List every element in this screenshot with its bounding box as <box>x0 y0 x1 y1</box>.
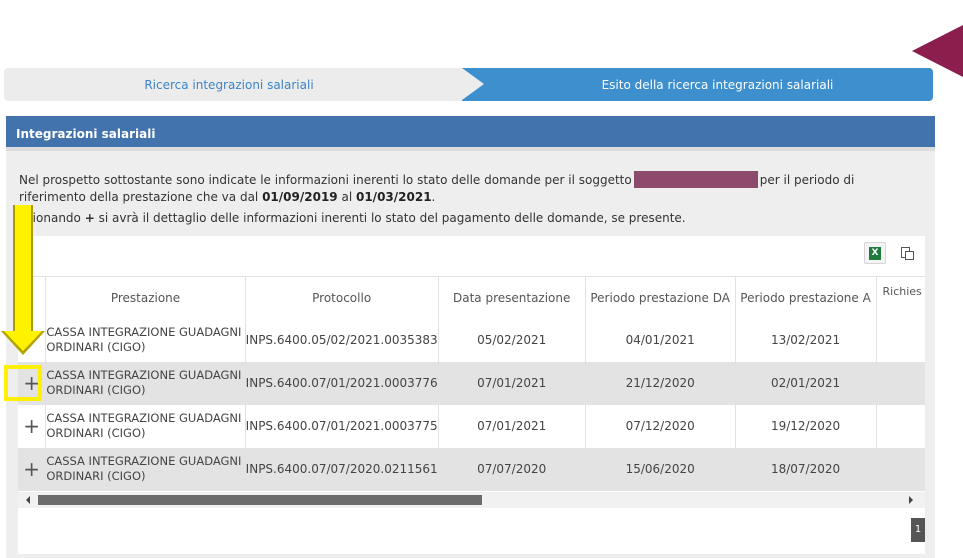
expand-note: ezionando + si avrà il dettaglio delle i… <box>19 211 686 225</box>
cell-da: 04/01/2021 <box>584 318 736 362</box>
step-ricerca-label: Ricerca integrazioni salariali <box>144 77 314 92</box>
header-protocollo[interactable]: Protocollo <box>244 276 439 319</box>
cell-a: 18/07/2020 <box>734 447 877 491</box>
scroll-right-icon[interactable] <box>909 496 913 504</box>
cell-richiesta <box>875 361 925 405</box>
annotation-arrow-head-fill <box>4 331 42 351</box>
cell-richiesta <box>875 318 925 362</box>
date-to: 01/03/2021 <box>355 190 432 204</box>
cell-prestazione: CASSA INTEGRAZIONE GUADAGNI ORDINARI (CI… <box>45 318 246 362</box>
table-row: + CASSA INTEGRAZIONE GUADAGNI ORDINARI (… <box>18 361 925 405</box>
note-plus: + <box>84 211 95 225</box>
step-esito[interactable]: Esito della ricerca integrazioni salaria… <box>462 68 933 101</box>
expand-button[interactable]: + <box>18 404 46 448</box>
cell-a: 02/01/2021 <box>734 361 877 405</box>
intro-text: Nel prospetto sottostante sono indicate … <box>19 171 919 206</box>
header-periodo-da[interactable]: Periodo prestazione DA <box>584 276 736 319</box>
panel-title: Integrazioni salariali <box>6 116 935 151</box>
intro-part3: al <box>341 190 353 204</box>
step-notch <box>462 68 484 100</box>
cell-protocollo: INPS.6400.07/01/2021.0003775 <box>244 404 439 448</box>
cell-data: 05/02/2021 <box>437 318 586 362</box>
pagination-page-button[interactable]: 1 <box>911 518 925 542</box>
table-row: + CASSA INTEGRAZIONE GUADAGNI ORDINARI (… <box>18 447 925 491</box>
cell-protocollo: INPS.6400.07/01/2021.0003776 <box>244 361 439 405</box>
cell-prestazione: CASSA INTEGRAZIONE GUADAGNI ORDINARI (CI… <box>45 404 246 448</box>
note-rest: si avrà il dettaglio delle informazioni … <box>98 211 686 225</box>
excel-export-button[interactable]: X <box>864 242 886 264</box>
annotation-highlight-box <box>4 365 42 401</box>
cell-da: 15/06/2020 <box>584 447 736 491</box>
expand-button[interactable]: + <box>18 447 46 491</box>
cell-data: 07/07/2020 <box>437 447 586 491</box>
intro-part1: Nel prospetto sottostante sono indicate … <box>19 173 632 187</box>
date-from: 01/09/2019 <box>262 190 338 204</box>
step-ricerca[interactable]: Ricerca integrazioni salariali <box>4 68 474 101</box>
cell-prestazione: CASSA INTEGRAZIONE GUADAGNI ORDINARI (CI… <box>45 361 246 405</box>
copy-icon-back <box>905 251 914 260</box>
header-richiesta[interactable]: Richies <box>875 276 925 319</box>
redacted-subject <box>633 171 758 188</box>
scrollbar-thumb[interactable] <box>38 495 482 505</box>
cell-richiesta <box>875 447 925 491</box>
cell-data: 07/01/2021 <box>437 361 586 405</box>
table-row: CASSA INTEGRAZIONE GUADAGNI ORDINARI (CI… <box>18 318 925 362</box>
cell-protocollo: INPS.6400.07/07/2020.0211561 <box>244 447 439 491</box>
cell-a: 19/12/2020 <box>734 404 877 448</box>
header-periodo-a[interactable]: Periodo prestazione A <box>734 276 877 319</box>
results-table: Prestazione Protocollo Data presentazion… <box>18 276 925 491</box>
cell-data: 07/01/2021 <box>437 404 586 448</box>
annotation-arrow-icon <box>13 205 33 333</box>
horizontal-scrollbar[interactable] <box>18 492 925 508</box>
intro-end: . <box>431 190 436 204</box>
cell-da: 21/12/2020 <box>584 361 736 405</box>
header-prestazione[interactable]: Prestazione <box>45 276 246 319</box>
wizard-steps: Ricerca integrazioni salariali Esito del… <box>4 68 933 101</box>
cell-prestazione: CASSA INTEGRAZIONE GUADAGNI ORDINARI (CI… <box>45 447 246 491</box>
excel-icon: X <box>869 247 881 260</box>
cell-a: 13/02/2021 <box>734 318 877 362</box>
results-panel: Integrazioni salariali Nel prospetto sot… <box>6 116 935 558</box>
table-container: X Prestazione Protocollo Data presentazi… <box>18 236 925 554</box>
cell-protocollo: INPS.6400.05/02/2021.0035383 <box>244 318 439 362</box>
cell-richiesta <box>875 404 925 448</box>
copy-button[interactable] <box>896 242 918 264</box>
step-esito-label: Esito della ricerca integrazioni salaria… <box>601 77 834 92</box>
table-row: + CASSA INTEGRAZIONE GUADAGNI ORDINARI (… <box>18 404 925 448</box>
header-data-presentazione[interactable]: Data presentazione <box>437 276 586 319</box>
cell-da: 07/12/2020 <box>584 404 736 448</box>
scroll-left-icon[interactable] <box>26 496 30 504</box>
